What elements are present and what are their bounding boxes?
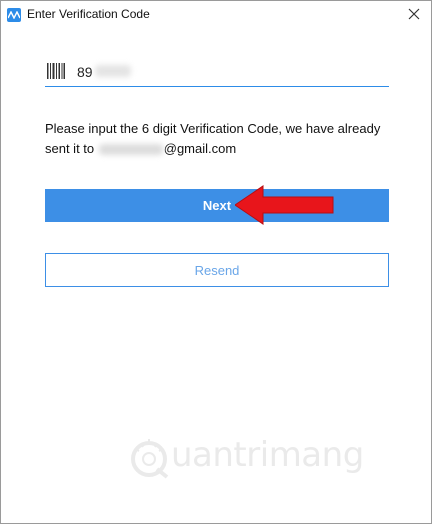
instruction-message: Please input the 6 digit Verification Co…	[45, 119, 395, 159]
title-bar: Enter Verification Code	[1, 1, 431, 28]
next-button[interactable]: Next	[45, 189, 389, 222]
close-button[interactable]	[405, 5, 423, 23]
watermark-logo-icon	[131, 439, 169, 479]
code-redaction	[95, 65, 131, 77]
resend-button[interactable]: Resend	[45, 253, 389, 287]
email-domain: @gmail.com	[163, 141, 237, 156]
window-title: Enter Verification Code	[27, 7, 150, 21]
red-arrow-icon	[235, 185, 334, 225]
verification-dialog: Enter Verification Code Please input the…	[0, 0, 432, 524]
barcode-icon	[47, 63, 65, 79]
email-redaction	[98, 144, 163, 156]
app-logo-icon	[7, 8, 21, 22]
verification-code-row	[45, 57, 389, 87]
watermark: uantrimang	[127, 433, 364, 483]
close-icon	[408, 8, 420, 20]
watermark-text: uantrimang	[171, 435, 364, 475]
